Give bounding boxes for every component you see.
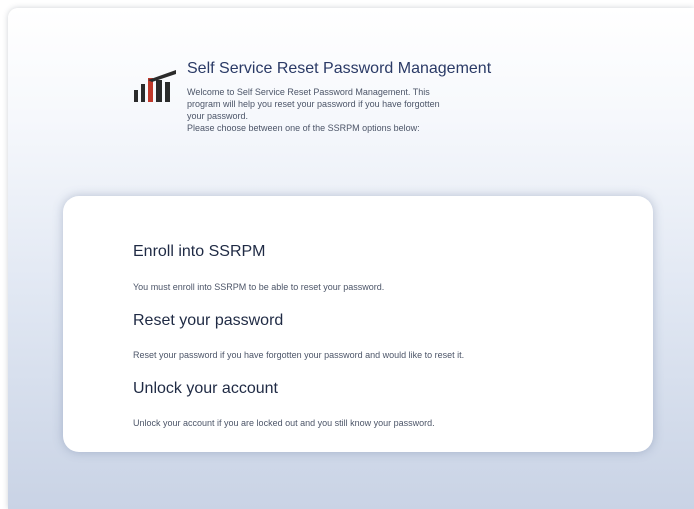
page-title: Self Service Reset Password Management (187, 60, 492, 77)
description-line: Welcome to Self Service Reset Password M… (187, 87, 430, 97)
unlock-account-description: Unlock your account if you are locked ou… (133, 418, 435, 428)
unlock-account-link[interactable]: Unlock your account (133, 380, 278, 398)
reset-password-link[interactable]: Reset your password (133, 312, 283, 330)
description-line: Please choose between one of the SSRPM o… (187, 123, 420, 133)
ssrpm-logo-icon (134, 70, 176, 102)
description-line: program will help you reset your passwor… (187, 99, 440, 109)
options-card: Enroll into SSRPM You must enroll into S… (63, 196, 653, 452)
enroll-description: You must enroll into SSRPM to be able to… (133, 282, 385, 292)
page-description: Welcome to Self Service Reset Password M… (187, 86, 587, 134)
main-panel: Self Service Reset Password Management W… (8, 8, 694, 509)
description-line: your password. (187, 111, 249, 121)
enroll-link[interactable]: Enroll into SSRPM (133, 243, 266, 261)
reset-password-description: Reset your password if you have forgotte… (133, 350, 465, 360)
